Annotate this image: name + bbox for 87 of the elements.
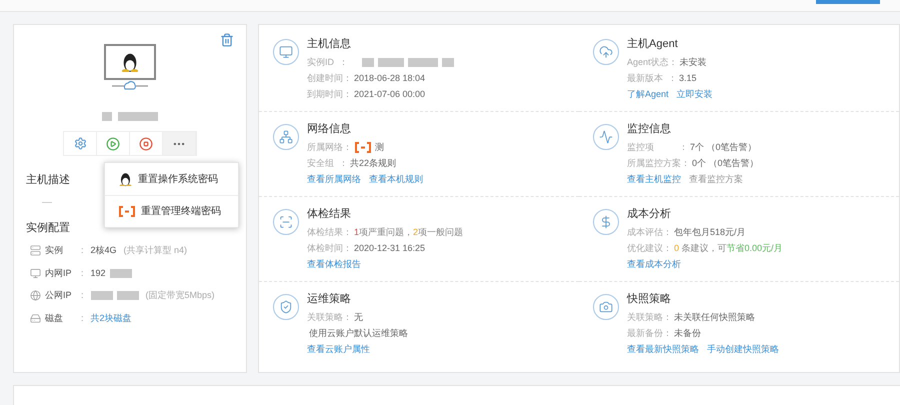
field-label: 安全组 ： bbox=[307, 157, 348, 169]
field-value: 2020-12-31 16:25 bbox=[354, 242, 426, 254]
settings-icon bbox=[74, 137, 86, 150]
link[interactable]: 查看所属网络 bbox=[307, 173, 361, 185]
scan-icon bbox=[279, 215, 293, 229]
disk-link[interactable]: 共2块磁盘 bbox=[90, 312, 132, 325]
field-label: 关联策略： bbox=[627, 311, 672, 323]
field-label: Agent状态： bbox=[627, 56, 678, 68]
section-heading: 实例配置 bbox=[26, 220, 70, 236]
colon-text: : bbox=[81, 244, 84, 257]
field-value: 1项严重问题，2项一般问题 bbox=[354, 226, 464, 238]
colon-text: : bbox=[81, 266, 84, 280]
description-text: — bbox=[42, 196, 52, 210]
field-value: 3.15 bbox=[679, 72, 697, 84]
field-label: 最新版本 ： bbox=[627, 72, 678, 84]
field-value: 未关联任何快照策略 bbox=[674, 311, 755, 323]
field-value: 未备份 bbox=[674, 327, 701, 339]
camera-icon bbox=[599, 300, 613, 314]
link[interactable]: 查看主机监控 bbox=[627, 173, 681, 185]
field-value: 2018-06-28 18:04 bbox=[354, 72, 426, 84]
field-label: 体检结果： bbox=[307, 226, 352, 238]
field-label: 关联策略： bbox=[307, 311, 352, 323]
redacted-name bbox=[102, 112, 158, 121]
server-icon bbox=[30, 245, 41, 256]
colon-text: : bbox=[81, 312, 84, 324]
monitor-icon bbox=[30, 268, 41, 279]
field-value: 2021-07-06 00:00 bbox=[354, 88, 426, 100]
penguin-icon bbox=[121, 52, 139, 72]
field-value: 0 条建议，可节省0.00元/月 bbox=[674, 242, 783, 254]
field-label: 最新备份： bbox=[627, 327, 672, 339]
link[interactable]: 查看云账户属性 bbox=[307, 343, 370, 355]
config-label: 磁盘 bbox=[45, 312, 64, 324]
config-label: 内网IP bbox=[45, 266, 73, 280]
config-note: (共享计算型 n4) bbox=[124, 244, 188, 257]
network-icon bbox=[279, 130, 293, 144]
section-title: 体检结果 bbox=[307, 207, 352, 221]
link[interactable]: 手动创建快照策略 bbox=[707, 343, 779, 355]
section-title: 网络信息 bbox=[307, 122, 352, 136]
field-label: 成本评估： bbox=[627, 226, 672, 238]
field-label: 所属网络： bbox=[307, 141, 352, 153]
colon-text: : bbox=[81, 289, 84, 302]
dollar-icon bbox=[599, 215, 613, 229]
config-note: (固定带宽5Mbps) bbox=[146, 289, 215, 302]
section-title: 主机信息 bbox=[307, 37, 352, 51]
link[interactable]: 查看体检报告 bbox=[307, 258, 361, 270]
cloud-icon bbox=[599, 45, 613, 59]
monitor-icon bbox=[279, 45, 293, 59]
field-value: 0个 （0笔告警） bbox=[692, 157, 759, 169]
config-label: 公网IP bbox=[45, 289, 73, 302]
menu-item[interactable]: 重置管理终端密码 bbox=[105, 195, 238, 227]
field-label: 优化建议： bbox=[627, 242, 672, 254]
field-value: 无 bbox=[354, 311, 363, 323]
field-label: 体检时间： bbox=[307, 242, 352, 254]
section-title: 运维策略 bbox=[307, 292, 352, 306]
field-value: 使用云账户默认运维策略 bbox=[309, 327, 408, 339]
play-icon bbox=[106, 136, 120, 150]
section-heading: 主机描述 bbox=[26, 172, 70, 188]
field-label: 实例ID ： bbox=[307, 56, 348, 68]
link[interactable]: 查看最新快照策略 bbox=[627, 343, 699, 355]
pulse-icon bbox=[599, 130, 613, 144]
field-value: 测 bbox=[375, 141, 384, 153]
field-value: 未安装 bbox=[680, 56, 707, 68]
link[interactable]: 了解Agent bbox=[627, 88, 669, 100]
field-value: 7个 （0笔告警） bbox=[690, 141, 757, 153]
field-value: 包年包月518元/月 bbox=[674, 226, 746, 238]
field-label: 到期时间： bbox=[307, 88, 352, 100]
menu-item[interactable]: 重置操作系统密码 bbox=[105, 163, 238, 195]
link[interactable]: 查看本机规则 bbox=[369, 173, 423, 185]
section-title: 监控信息 bbox=[627, 122, 672, 136]
section-title: 主机Agent bbox=[627, 37, 679, 51]
stop-icon bbox=[139, 136, 153, 150]
globe-icon bbox=[30, 290, 41, 302]
field-label: 监控项 ： bbox=[627, 141, 688, 153]
shield-icon bbox=[279, 300, 293, 314]
trash-icon[interactable] bbox=[220, 33, 234, 47]
penguin-icon bbox=[119, 172, 132, 186]
field-label: 所属监控方案： bbox=[627, 157, 690, 169]
config-value: 192 bbox=[90, 266, 106, 280]
config-label: 实例 bbox=[45, 244, 64, 257]
link[interactable]: 查看成本分析 bbox=[627, 258, 681, 270]
bracket-logo-icon bbox=[119, 206, 135, 217]
field-label: 创建时间： bbox=[307, 72, 352, 84]
field-value: 共22条规则 bbox=[350, 157, 396, 169]
section-title: 快照策略 bbox=[627, 292, 672, 306]
config-value: 2核4G bbox=[90, 244, 117, 257]
link[interactable]: 立即安装 bbox=[676, 88, 713, 100]
section-title: 成本分析 bbox=[627, 207, 672, 221]
